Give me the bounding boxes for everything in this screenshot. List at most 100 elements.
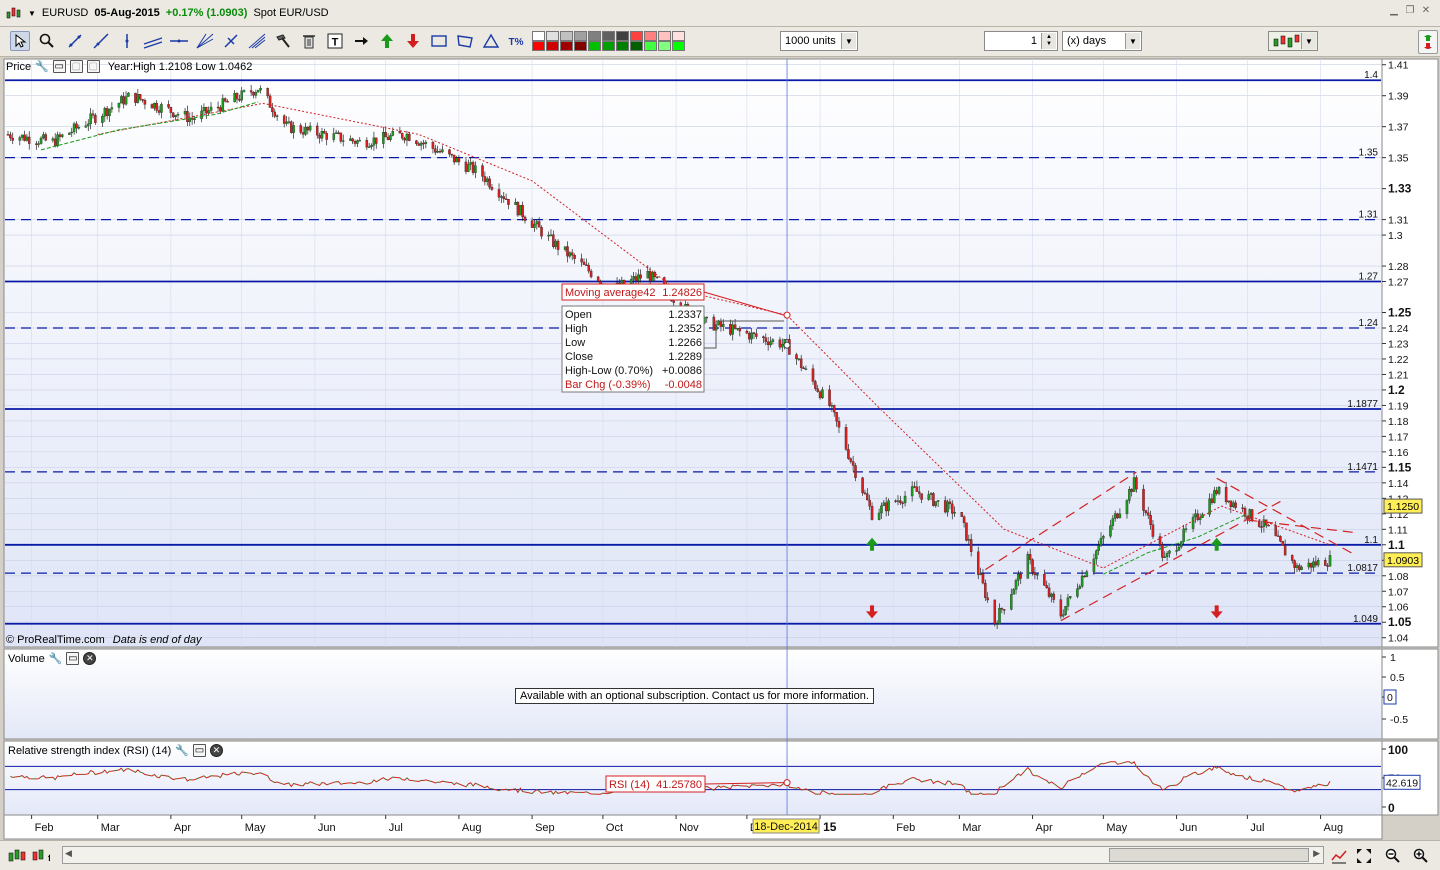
- chart-icon[interactable]: [6, 6, 22, 20]
- hammer-icon[interactable]: [273, 31, 293, 51]
- color-swatch[interactable]: [532, 31, 545, 41]
- minimize-icon[interactable]: ▁: [1388, 5, 1400, 17]
- horizontal-scrollbar[interactable]: ◀ ▶: [62, 846, 1324, 864]
- chevron-down-icon[interactable]: ▼: [1301, 33, 1316, 49]
- color-swatch[interactable]: [560, 41, 573, 51]
- text-tool-icon[interactable]: T: [325, 31, 345, 51]
- chart-area[interactable]: 1.411.391.371.351.331.311.31.281.271.251…: [0, 57, 1440, 840]
- candle-body: [467, 164, 470, 172]
- color-swatch[interactable]: [616, 41, 629, 51]
- restore-icon[interactable]: ❐: [1404, 5, 1416, 17]
- color-swatch[interactable]: [560, 31, 573, 41]
- window-icon[interactable]: ▭: [66, 652, 80, 665]
- candle-body: [339, 132, 343, 142]
- candle-body: [1092, 558, 1096, 572]
- minimize-panel-icon[interactable]: ▢: [86, 60, 100, 73]
- candle-body: [481, 165, 484, 177]
- units-select[interactable]: 1000 units ▼: [780, 31, 858, 51]
- color-swatch[interactable]: [588, 41, 601, 51]
- color-swatch[interactable]: [644, 41, 657, 51]
- polygon-tool-icon[interactable]: [455, 31, 475, 51]
- zoom-in-icon[interactable]: [1412, 847, 1430, 865]
- stepper-icon[interactable]: ▲ ▼: [1041, 33, 1056, 49]
- percent-tool-icon[interactable]: T%: [506, 31, 526, 51]
- zoom-out-icon[interactable]: [1384, 847, 1402, 865]
- candle-body: [457, 157, 461, 163]
- zoom-tool-icon[interactable]: [37, 31, 57, 51]
- fibonacci-tool-icon[interactable]: [247, 31, 267, 51]
- chevron-down-icon[interactable]: ▼: [1125, 33, 1140, 49]
- candle-body: [927, 494, 930, 500]
- vertical-line-tool-icon[interactable]: [117, 31, 137, 51]
- color-swatch[interactable]: [574, 31, 587, 41]
- color-swatch[interactable]: [672, 31, 685, 41]
- symbol-label[interactable]: EURUSD: [42, 7, 88, 19]
- close-panel-icon[interactable]: ✕: [209, 744, 223, 757]
- maximize-icon[interactable]: ▢: [69, 60, 83, 73]
- arrow-right-icon[interactable]: [351, 31, 371, 51]
- scroll-thumb[interactable]: [1109, 848, 1309, 862]
- color-swatch[interactable]: [532, 41, 545, 51]
- color-swatch[interactable]: [644, 31, 657, 41]
- color-swatch[interactable]: [602, 31, 615, 41]
- copyright-label: © ProRealTime.com: [6, 634, 105, 646]
- y-tick-label: 1.28: [1388, 261, 1409, 273]
- data-note-label: Data is end of day: [112, 634, 202, 646]
- candle-body: [20, 134, 24, 138]
- candle-body: [1052, 593, 1056, 600]
- color-swatch[interactable]: [546, 31, 559, 41]
- color-swatch[interactable]: [630, 31, 643, 41]
- candle-body: [1085, 571, 1089, 578]
- ohlc-row-value: -0.0048: [665, 379, 702, 391]
- period-unit-select[interactable]: (x) days ▼: [1062, 31, 1142, 51]
- period-stepper[interactable]: 1 ▲ ▼: [984, 31, 1058, 51]
- wrench-icon[interactable]: 🔧: [175, 744, 189, 757]
- trendline-tool-icon[interactable]: [65, 31, 85, 51]
- candle-body: [811, 368, 815, 382]
- rectangle-tool-icon[interactable]: [429, 31, 449, 51]
- indicator-icon[interactable]: f(x): [32, 847, 50, 865]
- candle-body: [1026, 554, 1030, 579]
- channel-tool-icon[interactable]: [143, 31, 163, 51]
- chart-type-select[interactable]: ▼: [1268, 31, 1318, 51]
- color-swatch[interactable]: [616, 31, 629, 41]
- chart-list-icon[interactable]: [8, 847, 26, 865]
- color-swatch[interactable]: [658, 41, 671, 51]
- trash-icon[interactable]: [299, 31, 319, 51]
- candle-body: [186, 111, 189, 122]
- close-icon[interactable]: ✕: [1420, 5, 1432, 17]
- color-swatch[interactable]: [630, 41, 643, 51]
- candle-body: [1307, 562, 1311, 568]
- buy-arrow-icon[interactable]: [377, 31, 397, 51]
- flip-chart-icon[interactable]: [1418, 30, 1438, 54]
- color-swatch[interactable]: [588, 31, 601, 41]
- color-swatch[interactable]: [658, 31, 671, 41]
- candle-body: [778, 339, 782, 348]
- chevron-down-icon[interactable]: ▼: [28, 9, 36, 18]
- wrench-icon[interactable]: 🔧: [35, 60, 49, 73]
- ohlc-row-value: 1.2266: [668, 337, 702, 349]
- chevron-down-icon[interactable]: ▼: [841, 33, 856, 49]
- window-icon[interactable]: ▭: [192, 744, 206, 757]
- candle-body: [94, 115, 97, 123]
- color-swatch[interactable]: [602, 41, 615, 51]
- sell-arrow-icon[interactable]: [403, 31, 423, 51]
- color-swatch[interactable]: [546, 41, 559, 51]
- horizontal-line-tool-icon[interactable]: [169, 31, 189, 51]
- cross-tool-icon[interactable]: [221, 31, 241, 51]
- scroll-left-icon[interactable]: ◀: [65, 848, 72, 859]
- expand-icon[interactable]: [1355, 847, 1373, 865]
- color-swatch[interactable]: [672, 41, 685, 51]
- color-swatches[interactable]: [532, 31, 686, 51]
- window-icon[interactable]: ▭: [52, 60, 66, 73]
- pointer-tool-icon[interactable]: [10, 31, 30, 51]
- wrench-icon[interactable]: 🔧: [49, 652, 63, 665]
- fit-chart-icon[interactable]: [1330, 847, 1348, 865]
- color-swatch[interactable]: [574, 41, 587, 51]
- candle-body: [1066, 597, 1070, 607]
- ray-tool-icon[interactable]: [91, 31, 111, 51]
- fan-tool-icon[interactable]: [195, 31, 215, 51]
- scroll-right-icon[interactable]: ▶: [1313, 848, 1320, 859]
- close-panel-icon[interactable]: ✕: [83, 652, 97, 665]
- triangle-tool-icon[interactable]: [481, 31, 501, 51]
